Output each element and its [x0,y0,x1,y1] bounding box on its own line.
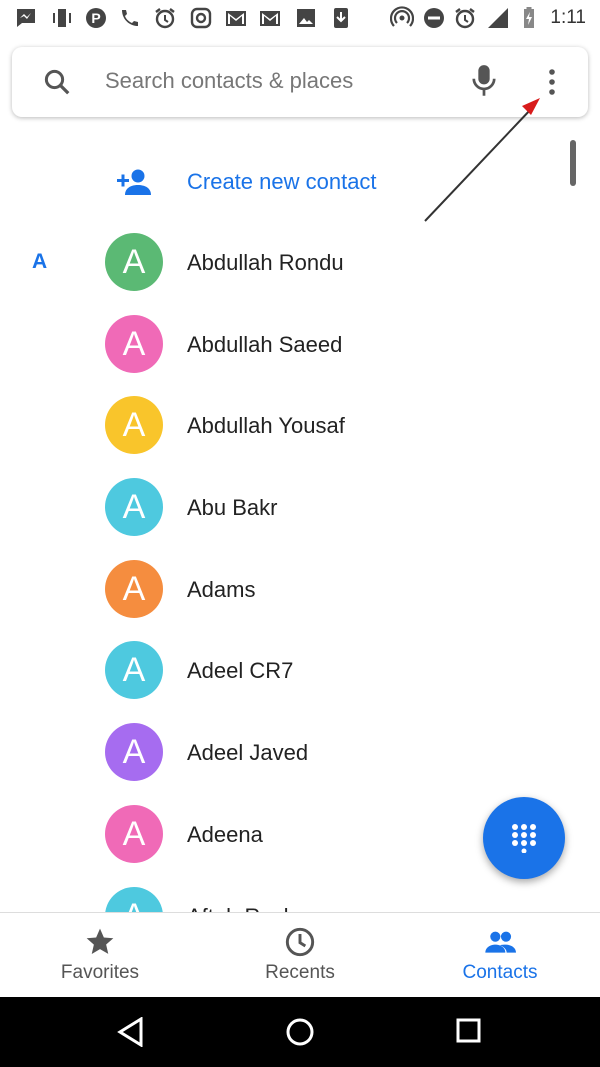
search-bar[interactable]: Search contacts & places [12,47,588,117]
tab-favorites[interactable]: Favorites [0,913,200,998]
clock-text: 1:11 [550,7,586,28]
back-icon[interactable] [117,1017,145,1047]
instagram-icon [190,7,212,29]
contact-name: Abu Bakr [187,495,278,521]
status-bar: P 1:11 [0,0,600,38]
system-navigation-bar [0,997,600,1067]
alarm-icon [455,8,475,29]
pinterest-icon: P [86,8,106,28]
contact-row[interactable]: A Adeel Javed [0,712,600,794]
overview-icon[interactable] [455,1017,483,1045]
dialpad-icon [512,824,536,853]
dnd-icon [424,8,444,28]
alarm-icon [155,8,175,29]
contact-row[interactable]: A Abu Bakr [0,467,600,549]
avatar: A [105,886,163,912]
vibrate-icon [53,9,71,27]
contact-row[interactable]: A A Abdullah Rondu [0,222,600,304]
gmail-icon [226,11,246,26]
tab-label: Recents [265,962,335,983]
avatar: A [105,314,163,373]
create-new-contact-label: Create new contact [187,169,377,194]
messenger-icon [17,9,35,27]
image-icon [297,9,315,27]
search-icon[interactable] [42,67,72,97]
contact-row[interactable]: A Abdullah Yousaf [0,385,600,467]
contact-row[interactable]: A Adams [0,549,600,631]
download-icon [334,8,348,28]
contact-row[interactable]: A Aftab Roshan [0,876,600,913]
svg-text:P: P [91,10,100,26]
gmail-icon [260,11,280,26]
tab-contacts[interactable]: Contacts [400,913,600,998]
contact-name: Adeel CR7 [187,658,294,684]
tab-label: Favorites [60,962,140,983]
contact-name: Abdullah Saeed [187,331,343,357]
add-person-icon [117,169,151,195]
tab-label: Contacts [462,962,538,983]
star-icon [86,928,114,954]
home-icon[interactable] [285,1017,315,1047]
contact-name: Adeel Javed [187,740,309,766]
contact-name: Abdullah Yousaf [187,413,345,439]
contact-name: Adeena [187,821,263,847]
missed-call-icon [122,10,138,26]
microphone-icon[interactable] [470,64,498,98]
search-input[interactable]: Search contacts & places [105,68,353,94]
avatar: A [105,233,163,291]
avatar: A [105,396,163,455]
battery-charging-icon [524,7,534,28]
contact-name: Aftab Roshan [187,904,320,913]
tab-recents[interactable]: Recents [200,913,400,998]
people-icon [485,931,516,953]
more-options-icon[interactable] [540,65,564,99]
dialpad-button[interactable] [483,797,565,879]
contact-name: Abdullah Rondu [187,250,344,275]
hotspot-icon [390,6,414,27]
section-letter: A [32,250,48,273]
avatar: A [105,723,163,782]
lte-signal-icon [488,8,508,28]
contact-row[interactable]: A Abdullah Saeed [0,304,600,386]
clock-icon [285,927,315,957]
avatar: A [105,804,163,863]
contact-row[interactable]: A Adeel CR7 [0,630,600,712]
avatar: A [105,478,163,537]
avatar: A [105,559,163,618]
bottom-navigation: Favorites Recents Contacts [0,912,600,998]
contact-name: Adams [187,576,256,602]
avatar: A [105,641,163,700]
create-new-contact[interactable]: Create new contact [0,155,600,211]
